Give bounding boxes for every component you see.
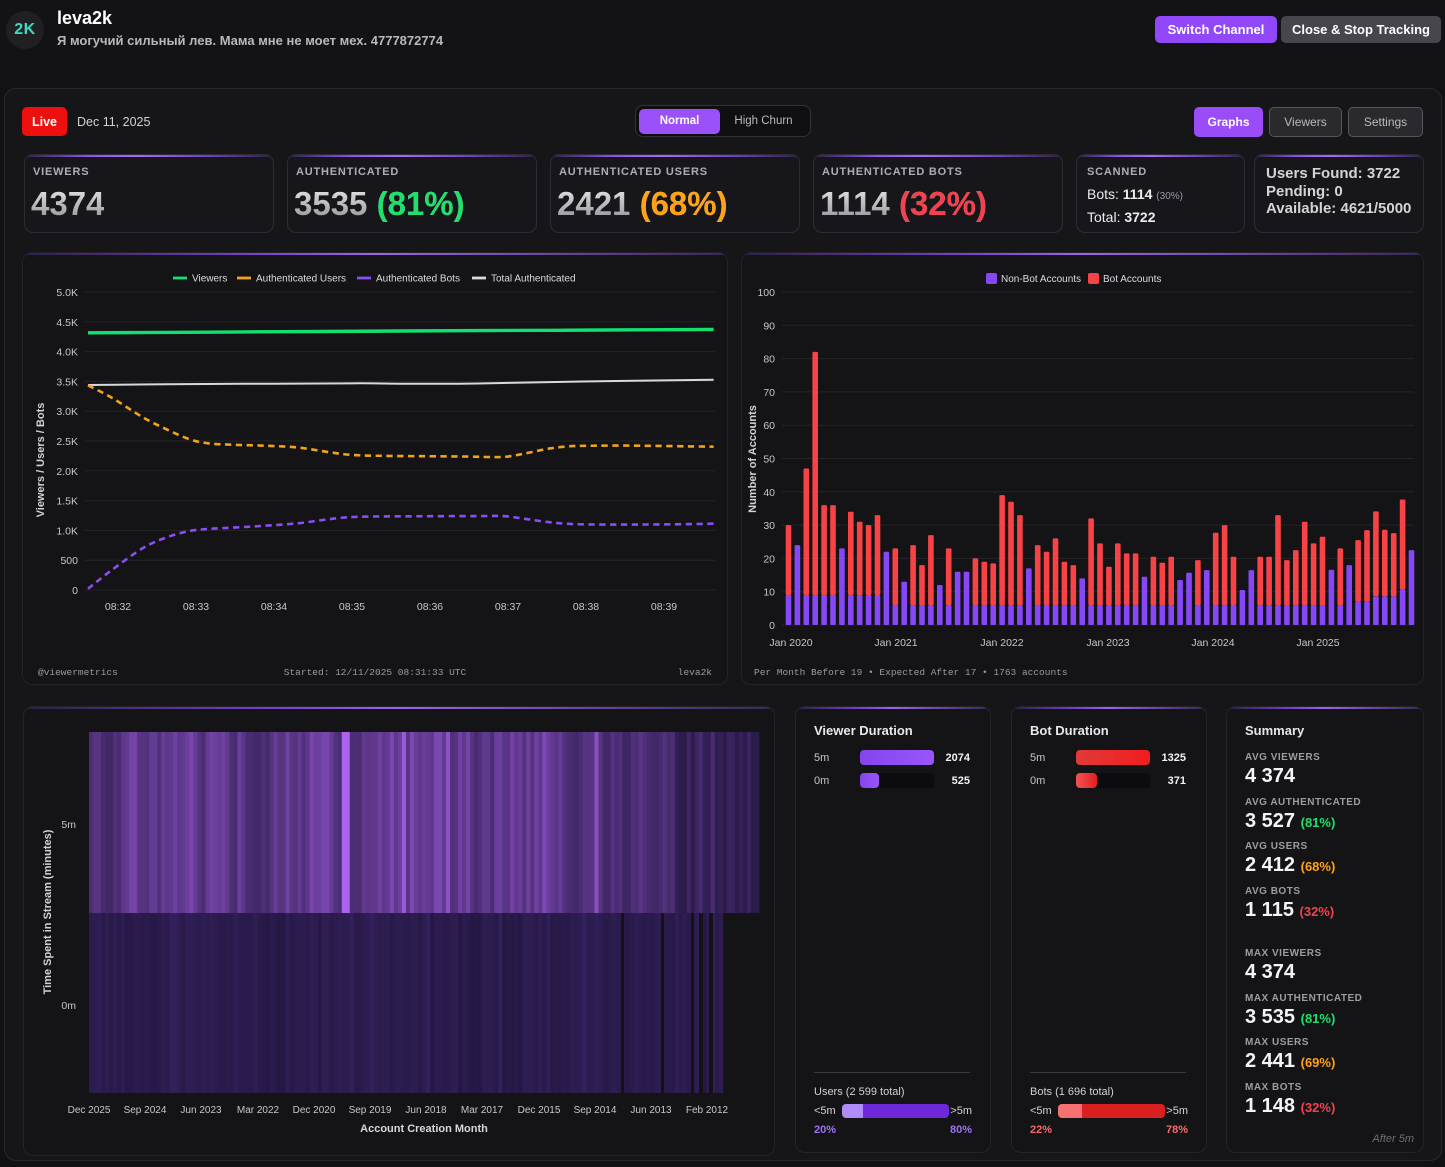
svg-text:Jan 2025: Jan 2025 [1296, 637, 1339, 649]
svg-text:Sep 2019: Sep 2019 [349, 1105, 392, 1116]
svg-text:0: 0 [769, 620, 775, 632]
svg-text:90: 90 [763, 320, 775, 332]
svg-text:500: 500 [60, 555, 78, 567]
svg-text:10: 10 [763, 587, 775, 599]
svg-text:30: 30 [763, 520, 775, 532]
svg-text:Jun 2018: Jun 2018 [405, 1105, 447, 1116]
svg-text:Sep 2024: Sep 2024 [124, 1105, 167, 1116]
svg-text:2.0K: 2.0K [56, 466, 78, 478]
svg-text:5m: 5m [61, 819, 76, 831]
svg-text:Time Spent in Stream (minutes): Time Spent in Stream (minutes) [42, 829, 54, 994]
svg-text:20: 20 [763, 553, 775, 565]
svg-text:70: 70 [763, 387, 775, 399]
svg-text:Dec 2020: Dec 2020 [293, 1105, 336, 1116]
svg-text:Dec 2015: Dec 2015 [518, 1105, 561, 1116]
svg-text:08:38: 08:38 [573, 601, 599, 613]
svg-text:2.5K: 2.5K [56, 436, 78, 448]
svg-text:Number of Accounts: Number of Accounts [747, 405, 759, 513]
svg-text:0: 0 [72, 585, 78, 597]
svg-text:Bot Accounts: Bot Accounts [1103, 274, 1161, 285]
svg-text:80: 80 [763, 354, 775, 366]
svg-text:4.5K: 4.5K [56, 317, 78, 329]
svg-text:Authenticated Users: Authenticated Users [256, 274, 346, 285]
svg-text:Sep 2014: Sep 2014 [574, 1105, 617, 1116]
svg-text:Feb 2012: Feb 2012 [686, 1105, 729, 1116]
svg-text:50: 50 [763, 454, 775, 466]
svg-text:Total Authenticated: Total Authenticated [491, 274, 576, 285]
svg-text:4.0K: 4.0K [56, 347, 78, 359]
svg-text:Viewers / Users / Bots: Viewers / Users / Bots [35, 403, 47, 518]
svg-text:Jan 2021: Jan 2021 [874, 637, 917, 649]
svg-text:Dec 2025: Dec 2025 [68, 1105, 111, 1116]
svg-text:Jan 2024: Jan 2024 [1191, 637, 1234, 649]
svg-text:60: 60 [763, 420, 775, 432]
svg-text:Jan 2020: Jan 2020 [769, 637, 812, 649]
svg-text:3.5K: 3.5K [56, 376, 78, 388]
svg-text:Jun 2013: Jun 2013 [630, 1105, 672, 1116]
svg-text:40: 40 [763, 487, 775, 499]
svg-text:Jun 2023: Jun 2023 [180, 1105, 222, 1116]
svg-text:Mar 2017: Mar 2017 [461, 1105, 504, 1116]
svg-text:08:35: 08:35 [339, 601, 365, 613]
svg-text:Authenticated Bots: Authenticated Bots [376, 274, 460, 285]
svg-text:08:33: 08:33 [183, 601, 209, 613]
svg-text:5.0K: 5.0K [56, 287, 78, 299]
svg-text:Viewers: Viewers [192, 274, 227, 285]
svg-text:08:37: 08:37 [495, 601, 521, 613]
svg-text:08:39: 08:39 [651, 601, 677, 613]
svg-text:Non-Bot Accounts: Non-Bot Accounts [1001, 274, 1081, 285]
svg-text:Account Creation Month: Account Creation Month [360, 1123, 488, 1135]
svg-text:1.0K: 1.0K [56, 525, 78, 537]
svg-text:08:36: 08:36 [417, 601, 443, 613]
svg-text:Jan 2022: Jan 2022 [980, 637, 1023, 649]
svg-text:Mar 2022: Mar 2022 [237, 1105, 280, 1116]
svg-text:3.0K: 3.0K [56, 406, 78, 418]
svg-text:1.5K: 1.5K [56, 496, 78, 508]
svg-text:100: 100 [757, 287, 775, 299]
svg-text:08:34: 08:34 [261, 601, 287, 613]
svg-text:08:32: 08:32 [105, 601, 131, 613]
svg-text:Jan 2023: Jan 2023 [1086, 637, 1129, 649]
svg-text:0m: 0m [61, 1000, 76, 1012]
